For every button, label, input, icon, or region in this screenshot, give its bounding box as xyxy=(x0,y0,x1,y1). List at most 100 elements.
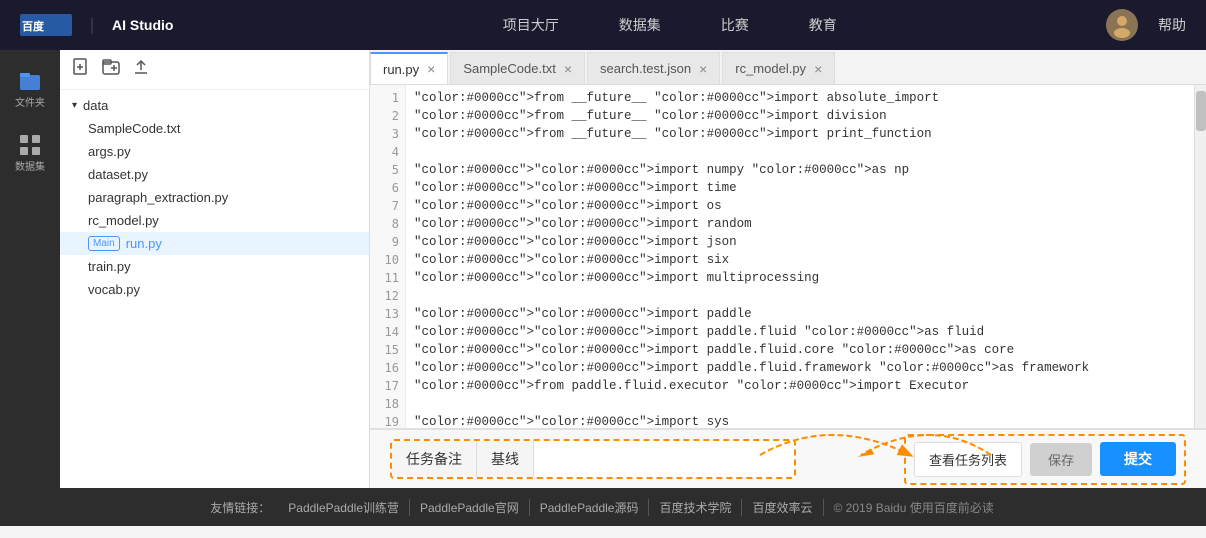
code-editor[interactable]: ◀ 12345678910111213141516171819202122232… xyxy=(370,85,1206,428)
file-samplecode-name: SampleCode.txt xyxy=(88,121,181,136)
file-dataset[interactable]: dataset.py xyxy=(60,163,369,186)
avatar-icon xyxy=(1108,11,1136,39)
submit-button[interactable]: 提交 xyxy=(1100,442,1176,476)
grid-icon xyxy=(19,134,41,156)
line-number: 3 xyxy=(370,125,405,143)
tab-samplecode-close[interactable]: × xyxy=(564,61,572,77)
right-actions-group: 查看任务列表 保存 提交 xyxy=(904,434,1186,485)
main-nav: 项目大厅 数据集 比赛 教育 xyxy=(233,15,1106,35)
datasets-label: 数据集 xyxy=(15,158,45,173)
nav-competition[interactable]: 比赛 xyxy=(721,15,749,35)
nav-education[interactable]: 教育 xyxy=(809,15,837,35)
nav-projects[interactable]: 项目大厅 xyxy=(503,15,559,35)
tab-runpy[interactable]: run.py × xyxy=(370,52,448,84)
line-number: 4 xyxy=(370,143,405,161)
code-line: "color:#0000cc">"color:#0000cc">import p… xyxy=(414,323,1186,341)
code-line xyxy=(414,395,1186,413)
line-number: 8 xyxy=(370,215,405,233)
folder-data[interactable]: ▾ data xyxy=(60,94,369,117)
footer-link-baidutechacademy[interactable]: 百度技术学院 xyxy=(649,499,742,516)
file-train-name: train.py xyxy=(88,259,131,274)
tab-runpy-close[interactable]: × xyxy=(427,61,435,77)
svg-text:百度: 百度 xyxy=(22,19,45,33)
scrollbar-thumb[interactable] xyxy=(1196,91,1206,131)
nav-datasets[interactable]: 数据集 xyxy=(619,15,661,35)
sidebar-item-files[interactable]: 文件夹 xyxy=(15,60,45,109)
file-args[interactable]: args.py xyxy=(60,140,369,163)
file-vocab[interactable]: vocab.py xyxy=(60,278,369,301)
code-line: "color:#0000cc">"color:#0000cc">import p… xyxy=(414,305,1186,323)
code-line: "color:#0000cc">"color:#0000cc">import o… xyxy=(414,197,1186,215)
tab-rcmodel[interactable]: rc_model.py × xyxy=(722,52,835,84)
save-button[interactable]: 保存 xyxy=(1030,443,1092,476)
help-link[interactable]: 帮助 xyxy=(1158,15,1186,35)
code-line: "color:#0000cc">"color:#0000cc">import p… xyxy=(414,341,1186,359)
tab-searchtest-label: search.test.json xyxy=(600,61,691,76)
line-number: 19 xyxy=(370,413,405,428)
code-line: "color:#0000cc">"color:#0000cc">import p… xyxy=(414,359,1186,377)
tab-rcmodel-label: rc_model.py xyxy=(735,61,806,76)
line-number: 15 xyxy=(370,341,405,359)
code-line: "color:#0000cc">"color:#0000cc">import s… xyxy=(414,251,1186,269)
editor-area: run.py × SampleCode.txt × search.test.js… xyxy=(370,50,1206,488)
user-avatar[interactable] xyxy=(1106,9,1138,41)
footer-link-paddlecamp[interactable]: PaddlePaddle训练营 xyxy=(278,499,410,516)
file-paragraph-name: paragraph_extraction.py xyxy=(88,190,228,205)
footer-link-paddleofficial[interactable]: PaddlePaddle官网 xyxy=(410,499,530,516)
task-input-group: 任务备注 基线 xyxy=(390,439,796,479)
tab-searchtest-close[interactable]: × xyxy=(699,61,707,77)
code-line xyxy=(414,287,1186,305)
line-number: 18 xyxy=(370,395,405,413)
footer-link-baiduefficiency[interactable]: 百度效率云 xyxy=(742,499,823,516)
footer-link-paddlesource[interactable]: PaddlePaddle源码 xyxy=(530,499,650,516)
folder-icon xyxy=(19,70,41,92)
line-number: 9 xyxy=(370,233,405,251)
files-label: 文件夹 xyxy=(15,94,45,109)
file-runpy[interactable]: Main run.py xyxy=(60,232,369,255)
logo-separator: ｜ xyxy=(84,13,100,37)
main-badge: Main xyxy=(88,236,120,251)
file-args-name: args.py xyxy=(88,144,131,159)
code-line: "color:#0000cc">"color:#0000cc">import t… xyxy=(414,179,1186,197)
new-folder-btn[interactable] xyxy=(102,58,120,81)
sidebar-item-datasets[interactable]: 数据集 xyxy=(15,134,45,173)
line-number: 10 xyxy=(370,251,405,269)
file-rcmodel[interactable]: rc_model.py xyxy=(60,209,369,232)
line-numbers: 123456789101112131415161718192021222324 xyxy=(370,85,406,428)
line-number: 7 xyxy=(370,197,405,215)
vertical-scrollbar[interactable] xyxy=(1194,85,1206,428)
file-rcmodel-name: rc_model.py xyxy=(88,213,159,228)
editor-tabs: run.py × SampleCode.txt × search.test.js… xyxy=(370,50,1206,85)
code-content[interactable]: "color:#0000cc">from __future__ "color:#… xyxy=(406,85,1194,428)
line-number: 11 xyxy=(370,269,405,287)
chevron-icon: ▾ xyxy=(72,100,77,111)
code-line: "color:#0000cc">from __future__ "color:#… xyxy=(414,125,1186,143)
file-runpy-name: run.py xyxy=(126,236,162,251)
code-line: "color:#0000cc">from __future__ "color:#… xyxy=(414,89,1186,107)
code-line xyxy=(414,143,1186,161)
tab-rcmodel-close[interactable]: × xyxy=(814,61,822,77)
tab-searchtest[interactable]: search.test.json × xyxy=(587,52,720,84)
upload-btn[interactable] xyxy=(132,58,150,81)
file-dataset-name: dataset.py xyxy=(88,167,148,182)
file-paragraph[interactable]: paragraph_extraction.py xyxy=(60,186,369,209)
code-line: "color:#0000cc">"color:#0000cc">import n… xyxy=(414,161,1186,179)
main-container: 文件夹 数据集 xyxy=(0,50,1206,488)
bottom-action-bar: 任务备注 基线 查看任务列表 保存 提交 xyxy=(370,428,1206,488)
tab-samplecode[interactable]: SampleCode.txt × xyxy=(450,52,585,84)
footer-prefix: 友情链接： xyxy=(202,499,278,516)
baidu-logo-icon: 百度 xyxy=(20,14,72,36)
code-line: "color:#0000cc">"color:#0000cc">import r… xyxy=(414,215,1186,233)
new-file-icon xyxy=(72,58,90,76)
line-number: 1 xyxy=(370,89,405,107)
new-file-btn[interactable] xyxy=(72,58,90,81)
file-train[interactable]: train.py xyxy=(60,255,369,278)
top-navigation: 百度 ｜ AI Studio 项目大厅 数据集 比赛 教育 帮助 xyxy=(0,0,1206,50)
line-number: 17 xyxy=(370,377,405,395)
line-number: 12 xyxy=(370,287,405,305)
file-samplecode[interactable]: SampleCode.txt xyxy=(60,117,369,140)
task-text-input[interactable] xyxy=(534,443,794,475)
code-line: "color:#0000cc">from paddle.fluid.execut… xyxy=(414,377,1186,395)
logo-area: 百度 ｜ AI Studio xyxy=(20,13,173,37)
view-tasks-button[interactable]: 查看任务列表 xyxy=(914,442,1022,477)
